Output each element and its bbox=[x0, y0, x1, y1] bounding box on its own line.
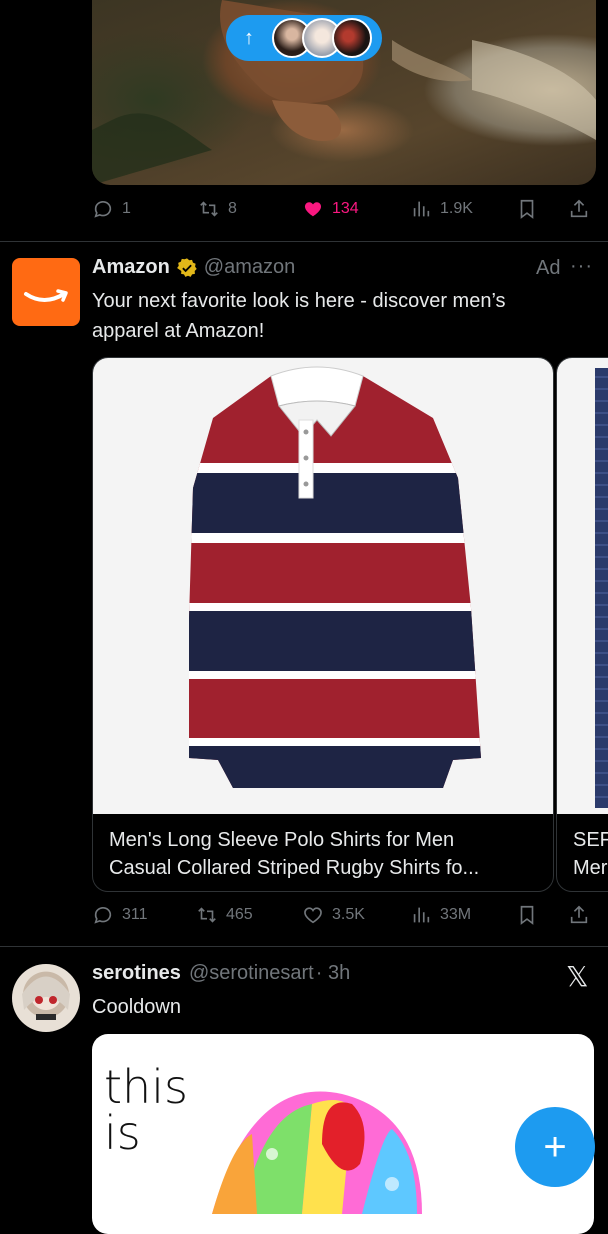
post-text: Cooldown bbox=[92, 996, 181, 1018]
carousel-card[interactable]: SEF Mer bbox=[556, 357, 608, 892]
post-text: Your next favorite look is here - discov… bbox=[92, 286, 602, 346]
display-name[interactable]: Amazon bbox=[92, 256, 170, 279]
like-button[interactable]: 3.5K bbox=[302, 904, 365, 926]
heart-icon bbox=[304, 907, 322, 924]
avatar-illustration bbox=[22, 976, 70, 1020]
bookmark-button[interactable] bbox=[516, 198, 538, 220]
verified-badge-icon bbox=[176, 257, 197, 277]
reply-icon bbox=[94, 200, 112, 218]
views-count: 1.9K bbox=[440, 200, 473, 217]
card-title-line: Men's Long Sleeve Polo Shirts for Men bbox=[109, 829, 455, 851]
views-button[interactable]: 1.9K bbox=[410, 198, 473, 220]
views-icon bbox=[413, 201, 430, 217]
handle[interactable]: @serotinesart bbox=[189, 962, 314, 985]
repost-count: 465 bbox=[226, 906, 253, 923]
rugby-shirt-illustration bbox=[189, 366, 481, 788]
repost-button[interactable]: 8 bbox=[198, 198, 237, 220]
card-title-line: Casual Collared Striped Rugby Shirts fo.… bbox=[109, 857, 480, 879]
repost-icon bbox=[200, 201, 218, 217]
post-divider bbox=[0, 946, 608, 947]
post-header: serotines @serotinesart · 3h bbox=[92, 962, 350, 985]
avatar[interactable] bbox=[12, 258, 80, 326]
handle[interactable]: @amazon bbox=[204, 256, 295, 279]
repost-button[interactable]: 465 bbox=[196, 904, 253, 926]
reply-button[interactable]: 311 bbox=[92, 904, 148, 926]
x-logo-icon[interactable]: 𝕏 bbox=[566, 960, 589, 993]
share-button[interactable] bbox=[568, 198, 590, 220]
more-icon[interactable]: ··· bbox=[570, 255, 593, 278]
repost-count: 8 bbox=[228, 200, 237, 217]
avatar[interactable] bbox=[12, 964, 80, 1032]
avatar bbox=[332, 18, 372, 58]
product-image bbox=[93, 358, 553, 814]
card-title: SEF Mer bbox=[573, 826, 608, 882]
post-header: Amazon @amazon bbox=[92, 256, 295, 279]
show-new-posts-button[interactable]: ↑ bbox=[226, 15, 382, 61]
card-title-line: SEF bbox=[573, 829, 608, 851]
bookmark-icon bbox=[520, 905, 534, 925]
reply-count: 1 bbox=[122, 200, 131, 217]
share-button[interactable] bbox=[568, 904, 590, 926]
plus-icon: + bbox=[543, 1124, 567, 1169]
product-image bbox=[557, 358, 608, 814]
views-icon bbox=[413, 907, 430, 923]
post-text-line: Your next favorite look is here - discov… bbox=[92, 290, 506, 312]
views-button[interactable]: 33M bbox=[410, 904, 471, 926]
bookmark-button[interactable] bbox=[516, 904, 538, 926]
reply-icon bbox=[94, 906, 112, 924]
up-arrow-icon: ↑ bbox=[244, 26, 254, 49]
post-divider bbox=[0, 241, 608, 242]
compose-post-button[interactable]: + bbox=[515, 1107, 595, 1187]
repost-icon bbox=[198, 907, 216, 923]
heart-icon bbox=[304, 202, 322, 217]
share-icon bbox=[570, 905, 588, 924]
bookmark-icon bbox=[520, 199, 534, 219]
new-posts-avatars bbox=[272, 18, 372, 58]
ad-label: Ad bbox=[536, 257, 561, 279]
shirt-fragment bbox=[595, 368, 608, 808]
display-name[interactable]: serotines bbox=[92, 962, 181, 985]
share-icon bbox=[570, 199, 588, 218]
post-text-line: apparel at Amazon! bbox=[92, 320, 265, 342]
card-title-line: Mer bbox=[573, 857, 608, 879]
amazon-logo-icon bbox=[24, 289, 68, 302]
like-count: 134 bbox=[332, 200, 359, 217]
timestamp[interactable]: · 3h bbox=[316, 962, 350, 985]
reply-button[interactable]: 1 bbox=[92, 198, 131, 220]
like-count: 3.5K bbox=[332, 906, 365, 923]
views-count: 33M bbox=[440, 906, 472, 923]
reply-count: 311 bbox=[122, 906, 148, 923]
carousel-card[interactable]: Men's Long Sleeve Polo Shirts for Men Ca… bbox=[92, 357, 554, 892]
like-button[interactable]: 134 bbox=[302, 198, 359, 220]
card-title: Men's Long Sleeve Polo Shirts for Men Ca… bbox=[109, 826, 549, 882]
